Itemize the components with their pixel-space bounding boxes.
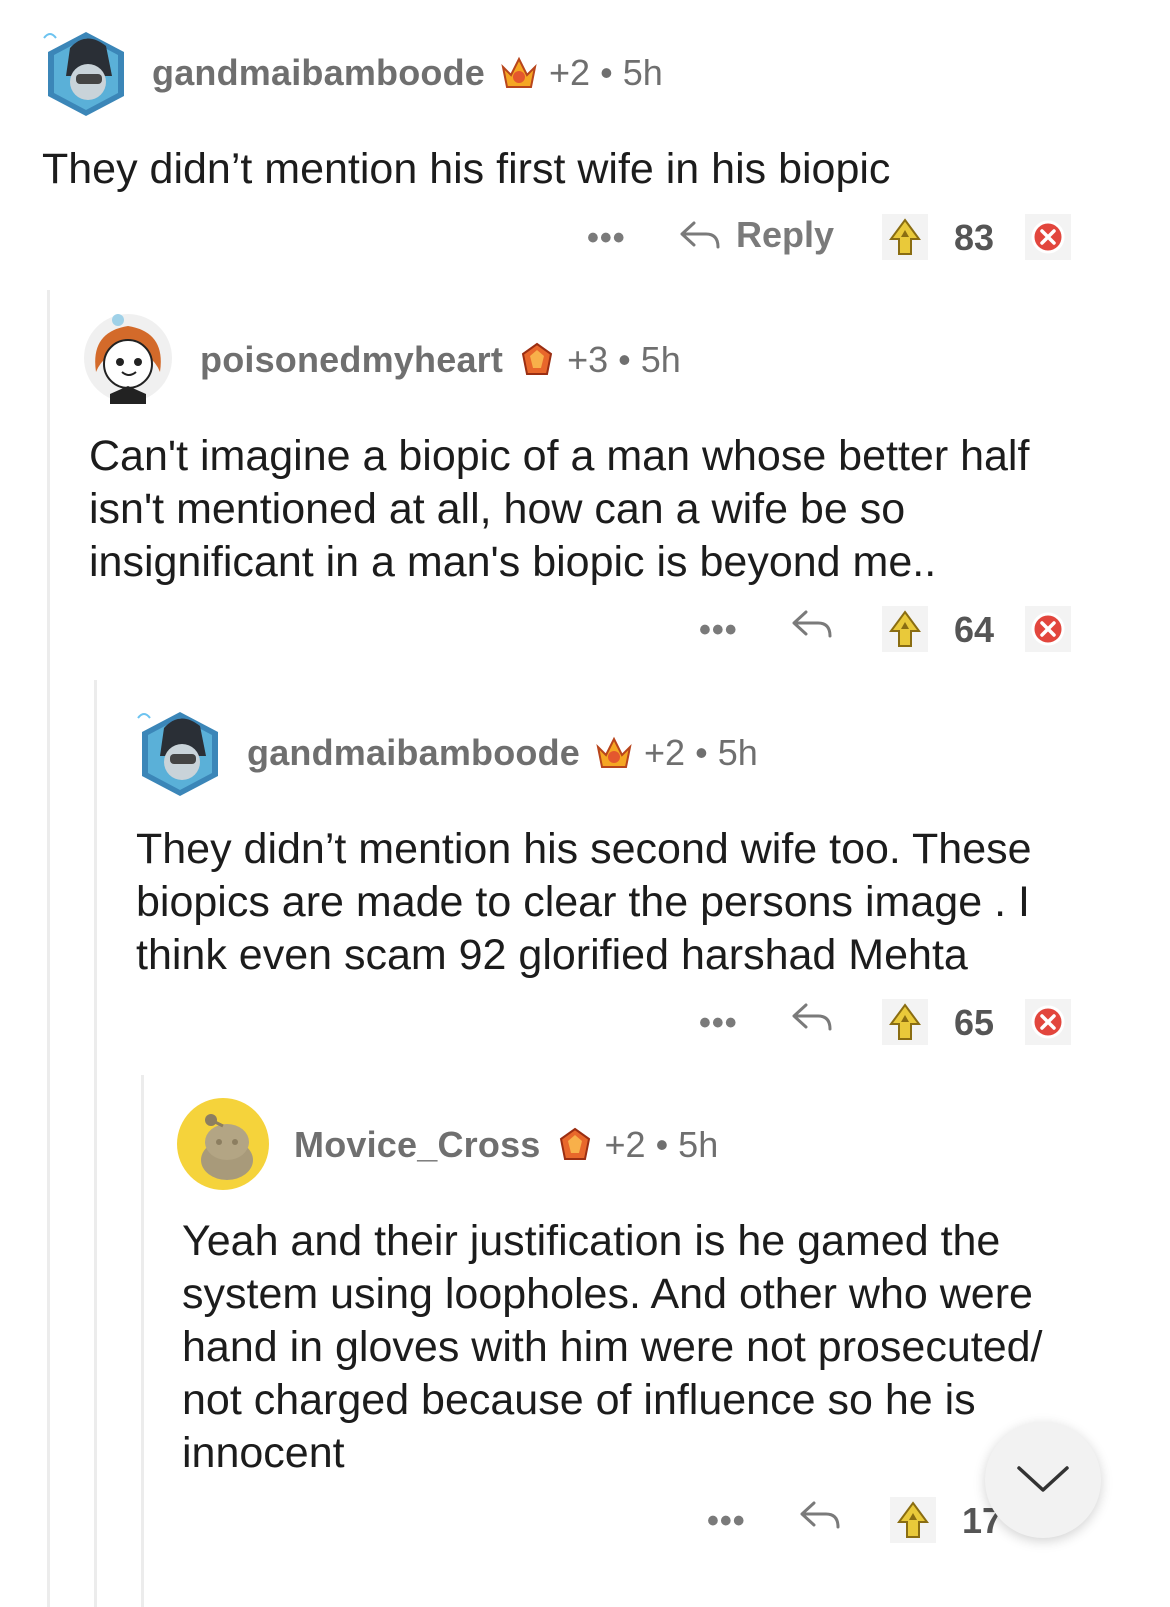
separator-dot: • — [618, 339, 631, 380]
karma-count: +2 — [644, 732, 686, 773]
downvote-button[interactable] — [1025, 999, 1071, 1045]
user-avatar[interactable] — [40, 26, 132, 118]
upvote-button[interactable] — [882, 999, 928, 1045]
downvote-x-icon — [1031, 1005, 1065, 1039]
separator-dot: • — [695, 732, 708, 773]
username[interactable]: gandmaibamboode — [152, 52, 485, 94]
reply-arrow-icon — [680, 221, 720, 249]
more-options-button[interactable]: ••• — [587, 219, 626, 258]
reply-button[interactable]: Reply — [678, 214, 834, 256]
reply-button[interactable] — [790, 999, 834, 1035]
vote-score: 65 — [954, 1002, 995, 1043]
more-options-button[interactable]: ••• — [699, 611, 738, 650]
crown-award-icon — [501, 56, 537, 88]
downvote-x-icon — [1031, 612, 1065, 646]
upvote-button[interactable] — [890, 1497, 936, 1543]
separator-dot: • — [600, 52, 613, 93]
reply-button[interactable] — [798, 1497, 842, 1533]
downvote-x-icon — [1031, 220, 1065, 254]
chevron-down-icon — [1017, 1466, 1069, 1492]
username[interactable]: poisonedmyheart — [200, 339, 503, 381]
reply-arrow-icon — [800, 1501, 840, 1529]
comment-text: They didn’t mention his first wife in hi… — [42, 145, 891, 193]
reply-button[interactable] — [790, 606, 834, 642]
scroll-down-button[interactable] — [985, 1422, 1101, 1538]
upvote-arrow-icon — [889, 1003, 921, 1040]
upvote-button[interactable] — [882, 606, 928, 652]
gem-award-icon — [559, 1127, 590, 1160]
karma-count: +3 — [567, 339, 609, 380]
upvote-arrow-icon — [897, 1501, 929, 1538]
reply-arrow-icon — [792, 1003, 832, 1031]
vote-score: 83 — [954, 217, 995, 258]
comment-age: 5h — [717, 732, 758, 773]
downvote-button[interactable] — [1025, 606, 1071, 652]
karma-count: +2 — [549, 52, 591, 93]
user-avatar[interactable] — [177, 1098, 269, 1190]
thread-line-level-1[interactable] — [47, 290, 50, 1607]
more-options-button[interactable]: ••• — [699, 1004, 738, 1043]
downvote-button[interactable] — [1025, 214, 1071, 260]
comment-text: Yeah and their justification is he gamed… — [182, 1217, 1043, 1477]
comment-age: 5h — [622, 52, 663, 93]
upvote-button[interactable] — [882, 214, 928, 260]
username[interactable]: gandmaibamboode — [247, 732, 580, 774]
separator-dot: • — [655, 1124, 669, 1165]
karma-count: +2 — [604, 1124, 646, 1165]
comment-text: Can't imagine a biopic of a man whose be… — [89, 432, 1030, 586]
user-avatar[interactable] — [134, 706, 226, 798]
thread-line-level-3[interactable] — [141, 1075, 144, 1607]
reply-arrow-icon — [792, 610, 832, 638]
comment-age: 5h — [678, 1124, 719, 1165]
thread-line-level-2[interactable] — [94, 680, 97, 1607]
comment-age: 5h — [640, 339, 681, 380]
gem-award-icon — [521, 342, 553, 375]
upvote-arrow-icon — [889, 218, 921, 255]
crown-award-icon — [596, 736, 632, 768]
more-options-button[interactable]: ••• — [707, 1502, 746, 1541]
comment-text: They didn’t mention his second wife too.… — [136, 825, 1032, 979]
user-avatar[interactable] — [82, 312, 174, 404]
username[interactable]: Movice_Cross — [294, 1124, 541, 1166]
vote-score: 64 — [954, 609, 995, 650]
reply-label: Reply — [736, 214, 835, 255]
upvote-arrow-icon — [889, 610, 921, 647]
